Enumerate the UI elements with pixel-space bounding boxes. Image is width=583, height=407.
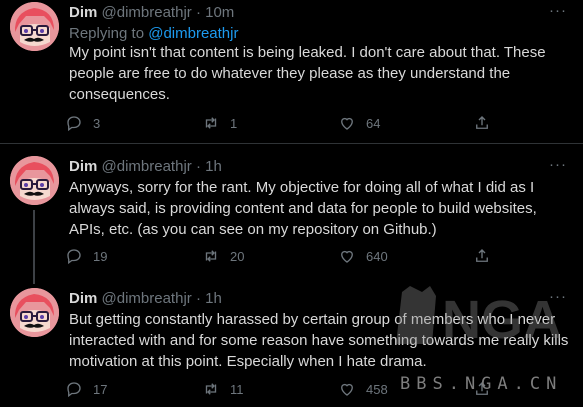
reply-count: 19: [93, 248, 108, 264]
tweet-header: Dim @dimbreathjr · 10m: [69, 4, 234, 21]
tweet-2[interactable]: Dim @dimbreathjr · 1h ··· Anyways, sorry…: [0, 144, 583, 284]
tweet-header: Dim @dimbreathjr · 1h: [69, 158, 222, 175]
like-icon: [341, 117, 353, 130]
share-icon: [476, 249, 488, 262]
timestamp[interactable]: 1h: [205, 158, 222, 175]
tweet-text: But getting constantly harassed by certa…: [69, 311, 569, 370]
avatar-image: [10, 2, 59, 51]
replying-to: Replying to @dimbreathjr: [69, 25, 238, 42]
separator-dot: ·: [195, 290, 201, 307]
more-icon[interactable]: ···: [549, 2, 567, 19]
avatar-image: [10, 156, 59, 205]
display-name[interactable]: Dim: [69, 290, 97, 307]
like-icon: [341, 250, 353, 263]
reply-mention-link[interactable]: @dimbreathjr: [148, 25, 238, 42]
like-button[interactable]: 640: [338, 244, 388, 268]
reply-button[interactable]: 17: [65, 377, 107, 401]
separator-dot: ·: [195, 4, 201, 21]
thread-line: [33, 210, 35, 284]
more-icon[interactable]: ···: [549, 156, 567, 173]
timestamp[interactable]: 10m: [205, 4, 234, 21]
share-icon: [476, 116, 488, 129]
retweet-count: 1: [230, 115, 238, 131]
retweet-count: 20: [230, 248, 245, 264]
retweet-button[interactable]: 20: [202, 244, 244, 268]
retweet-button[interactable]: 11: [202, 377, 244, 401]
like-count: 458: [366, 381, 388, 397]
replying-to-label: Replying to: [69, 25, 145, 42]
retweet-icon: [205, 383, 217, 395]
tweet-1[interactable]: Dim @dimbreathjr · 10m ··· Replying to @…: [0, 0, 583, 140]
share-button[interactable]: [473, 111, 501, 135]
tweet-header: Dim @dimbreathjr · 1h: [69, 290, 222, 307]
reply-button[interactable]: 19: [65, 244, 107, 268]
avatar[interactable]: [10, 156, 59, 205]
retweet-button[interactable]: 1: [202, 111, 237, 135]
user-handle[interactable]: @dimbreathjr: [102, 290, 192, 307]
reply-icon: [67, 382, 81, 398]
tweet-text: Anyways, sorry for the rant. My objectiv…: [69, 179, 537, 238]
user-handle[interactable]: @dimbreathjr: [102, 4, 192, 21]
more-icon[interactable]: ···: [549, 288, 567, 305]
like-count: 64: [366, 115, 381, 131]
reply-icon: [67, 249, 81, 265]
reply-icon: [67, 116, 81, 132]
like-button[interactable]: 458: [338, 377, 388, 401]
user-handle[interactable]: @dimbreathjr: [102, 158, 192, 175]
tweet-text: My point isn't that content is being lea…: [69, 44, 546, 103]
retweet-icon: [205, 250, 217, 262]
timestamp[interactable]: 1h: [205, 290, 222, 307]
like-count: 640: [366, 248, 388, 264]
avatar[interactable]: [10, 288, 59, 337]
retweet-icon: [205, 117, 217, 129]
display-name[interactable]: Dim: [69, 4, 97, 21]
avatar-image: [10, 288, 59, 337]
separator-dot: ·: [195, 158, 201, 175]
avatar[interactable]: [10, 2, 59, 51]
display-name[interactable]: Dim: [69, 158, 97, 175]
share-button[interactable]: [473, 244, 501, 268]
reply-count: 17: [93, 381, 108, 397]
watermark-url: BBS.NGA.CN: [400, 374, 563, 394]
retweet-count: 11: [230, 381, 244, 397]
like-button[interactable]: 64: [338, 111, 380, 135]
reply-button[interactable]: 3: [65, 111, 100, 135]
reply-count: 3: [93, 115, 101, 131]
like-icon: [341, 383, 353, 396]
